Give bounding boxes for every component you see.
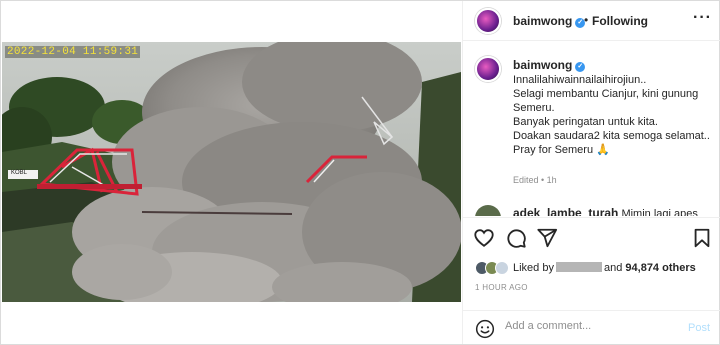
caption-line: Banyak peringatan untuk kita. (513, 116, 658, 128)
post-time[interactable]: 1 HOUR AGO (475, 283, 528, 292)
likes-prefix: Liked by (513, 262, 554, 274)
redacted-username (555, 262, 602, 272)
likes-and: and (603, 262, 623, 274)
bridge-sign-label: KOBL (11, 170, 28, 176)
caption-username[interactable]: baimwong ✓ (513, 58, 586, 72)
following-button[interactable]: Following (592, 14, 648, 28)
caption-line: Pray for Semeru 🙏 (513, 144, 610, 156)
caption-line: Selagi membantu Cianjur, kini gunung Sem… (513, 88, 699, 114)
caption-author-avatar[interactable] (475, 56, 501, 82)
post-actions (463, 217, 720, 257)
save-bookmark-icon[interactable] (691, 227, 713, 249)
comment-bubble-icon[interactable] (505, 227, 527, 249)
video-timestamp: 2022-12-04 11:59:31 (5, 46, 141, 58)
share-send-icon[interactable] (536, 227, 558, 249)
post-media: 2022-12-04 11:59:31 KOBL (1, 1, 462, 344)
eruption-scene-image (2, 42, 461, 302)
post-side-panel: baimwong ✓ • Following ··· baimwong ✓ Inna… (462, 1, 720, 344)
more-options-icon[interactable]: ··· (693, 9, 712, 27)
comment-item: adek_lambe_turah Mimin lagi apes (513, 206, 698, 216)
author-avatar[interactable] (475, 8, 501, 34)
caption-line: Doakan saudara2 kita semoga selamat.. (513, 130, 710, 142)
post-video[interactable]: 2022-12-04 11:59:31 KOBL (2, 42, 461, 302)
post-comment-button[interactable]: Post (688, 322, 710, 334)
comment-text: Mimin lagi apes (621, 208, 698, 216)
verified-badge-icon: ✓ (575, 62, 586, 72)
header-separator: • (584, 13, 589, 27)
commenter-avatar[interactable] (475, 205, 501, 216)
likes-count[interactable]: 94,874 others (625, 262, 695, 274)
add-comment-input[interactable] (505, 320, 675, 332)
author-username-text: baimwong (513, 14, 573, 28)
caption-line: Innalilahiwainnailaihirojiun.. (513, 74, 647, 86)
add-comment-bar: Post (463, 310, 720, 344)
post-header: baimwong ✓ • Following ··· (463, 1, 720, 41)
caption-username-text: baimwong (513, 58, 573, 72)
emoji-smile-icon[interactable] (475, 319, 495, 339)
commenter-username[interactable]: adek_lambe_turah (513, 206, 618, 216)
post-caption: baimwong ✓ Innalilahiwainnailaihirojiun..… (513, 58, 713, 157)
liker-avatar (495, 261, 509, 275)
like-heart-icon[interactable] (473, 227, 495, 249)
author-username[interactable]: baimwong ✓ (513, 14, 586, 28)
likes-summary[interactable]: Liked by and 94,874 others (475, 259, 696, 277)
likes-text: Liked by and 94,874 others (513, 262, 696, 274)
comments-section: baimwong ✓ Innalilahiwainnailaihirojiun..… (463, 41, 720, 216)
instagram-post: 2022-12-04 11:59:31 KOBL baimwong ✓ • Fol… (0, 0, 720, 345)
caption-meta: Edited • 1h (513, 175, 557, 185)
